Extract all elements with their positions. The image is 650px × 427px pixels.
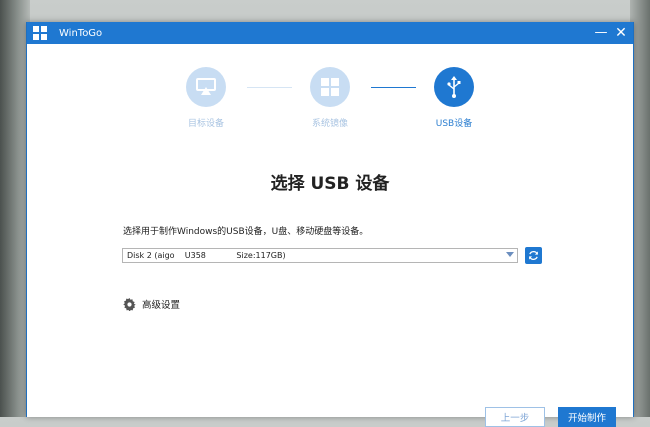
app-window: WinToGo — ✕ 目标设备 系统镜像 USB设备 选择 USB 设备 选择… xyxy=(26,22,634,427)
app-logo-icon xyxy=(33,26,47,40)
step-2-windows-icon xyxy=(310,67,350,107)
step-3-label: USB设备 xyxy=(435,119,473,129)
gear-icon xyxy=(123,297,136,311)
step-3-usb-icon xyxy=(434,67,474,107)
step-2-label: 系统镜像 xyxy=(311,119,348,129)
step-connector-2 xyxy=(371,87,416,88)
step-connector-1 xyxy=(247,87,292,88)
chevron-down-icon[interactable] xyxy=(506,252,514,257)
refresh-icon xyxy=(529,251,538,260)
window-title: WinToGo xyxy=(59,27,103,39)
usb-device-select[interactable]: Disk 2 (aigo U358 Size:117GB) xyxy=(122,248,518,263)
selected-disk-value: Disk 2 (aigo U358 Size:117GB) xyxy=(127,251,286,260)
advanced-settings-link[interactable]: 高级设置 xyxy=(123,297,180,311)
page-title: 选择 USB 设备 xyxy=(270,174,390,194)
start-button[interactable]: 开始制作 xyxy=(558,407,616,427)
step-1-label: 目标设备 xyxy=(187,119,224,129)
close-button[interactable]: ✕ xyxy=(611,22,631,44)
title-bar: WinToGo — ✕ xyxy=(27,22,633,44)
minimize-button[interactable]: — xyxy=(591,22,611,44)
previous-step-button[interactable]: 上一步 xyxy=(485,407,545,427)
step-indicator: 目标设备 系统镜像 USB设备 xyxy=(27,67,633,137)
instruction-text: 选择用于制作Windows的USB设备，U盘、移动硬盘等设备。 xyxy=(123,227,369,237)
step-1-monitor-icon xyxy=(186,67,226,107)
refresh-button[interactable] xyxy=(525,247,542,264)
advanced-settings-label: 高级设置 xyxy=(142,300,181,311)
